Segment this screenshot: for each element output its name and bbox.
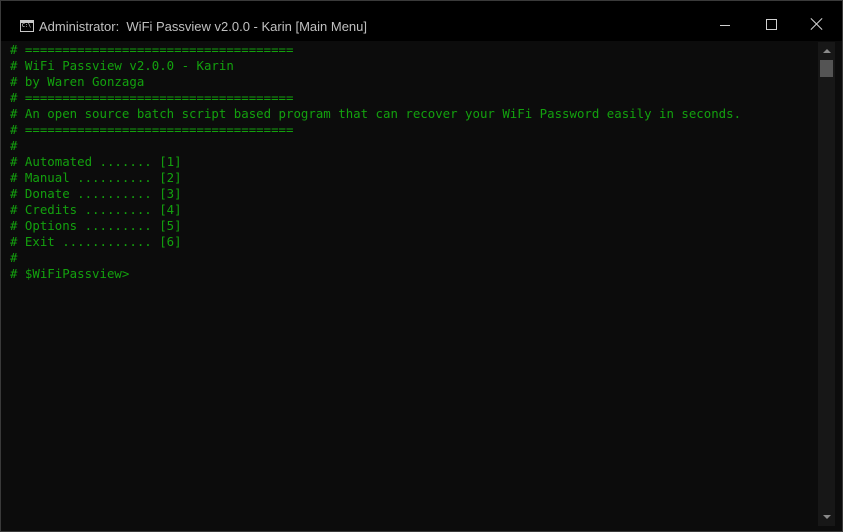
maximize-icon: [765, 18, 777, 30]
close-icon: [811, 18, 823, 30]
arrow-up-icon: [822, 48, 831, 53]
console-output[interactable]: # ==================================== #…: [10, 42, 816, 526]
minimize-icon: [720, 24, 730, 26]
menu-option-manual: # Manual .......... [2]: [10, 170, 182, 185]
vertical-scrollbar[interactable]: [818, 42, 835, 526]
scroll-thumb[interactable]: [820, 60, 833, 77]
menu-option-automated: # Automated ....... [1]: [10, 154, 182, 169]
console-window: Administrator: WiFi Passview v2.0.0 - Ka…: [0, 0, 843, 532]
scroll-up-button[interactable]: [818, 42, 835, 59]
close-button[interactable]: [794, 1, 840, 41]
console-line-separator: # ====================================: [10, 122, 294, 137]
console-line-blank: #: [10, 138, 18, 153]
command-prompt[interactable]: # $WiFiPassview>: [10, 266, 816, 282]
console-line-separator: # ====================================: [10, 90, 294, 105]
cmd-icon[interactable]: [20, 20, 34, 32]
arrow-down-icon: [822, 514, 831, 519]
console-line-blank: #: [10, 250, 18, 265]
title-bar[interactable]: Administrator: WiFi Passview v2.0.0 - Ka…: [1, 1, 842, 41]
console-line-program-title: # WiFi Passview v2.0.0 - Karin: [10, 58, 234, 73]
menu-option-options: # Options ......... [5]: [10, 218, 182, 233]
maximize-button[interactable]: [748, 1, 794, 41]
minimize-button[interactable]: [702, 1, 748, 41]
window-title: Administrator: WiFi Passview v2.0.0 - Ka…: [39, 19, 367, 34]
menu-option-donate: # Donate .......... [3]: [10, 186, 182, 201]
console-line-description: # An open source batch script based prog…: [10, 106, 742, 121]
console-line-author: # by Waren Gonzaga: [10, 74, 145, 89]
menu-option-credits: # Credits ......... [4]: [10, 202, 182, 217]
console-line-separator: # ====================================: [10, 42, 294, 57]
scroll-down-button[interactable]: [818, 508, 835, 525]
menu-option-exit: # Exit ............ [6]: [10, 234, 182, 249]
